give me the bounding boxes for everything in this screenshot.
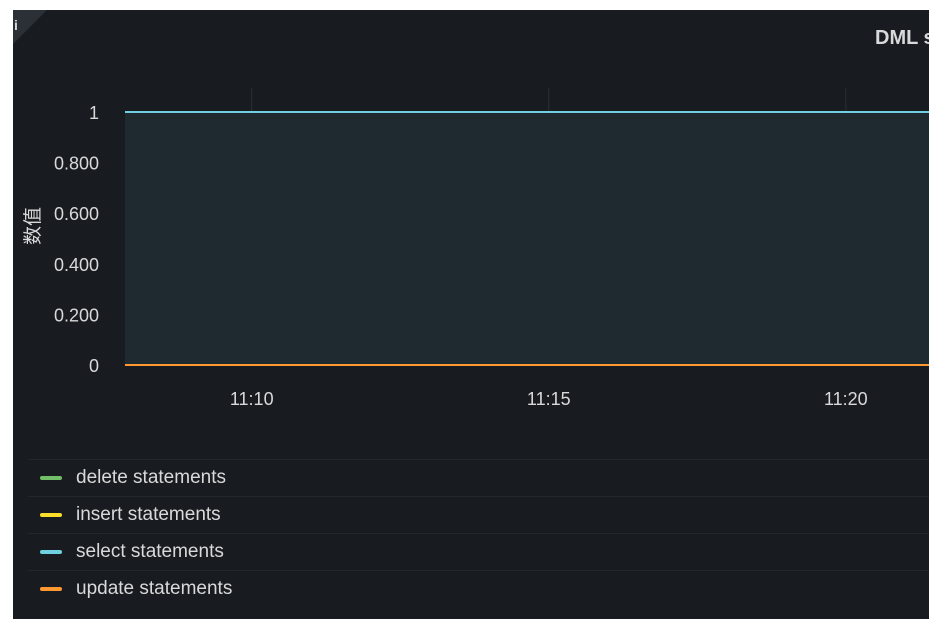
chart-legend: delete statements insert statements select… [28, 459, 929, 607]
legend-item[interactable]: delete statements [28, 459, 929, 496]
y-tick-label: 0.600 [54, 204, 99, 224]
dml-statements-panel: i DML s 0 0.200 0.400 0.600 0.800 1 11:10 11:15… [13, 10, 929, 619]
y-tick-label: 0.200 [54, 305, 99, 325]
y-tick-label: 0.400 [54, 255, 99, 275]
legend-item[interactable]: update statements [28, 570, 929, 607]
series-area-select-statements [125, 112, 929, 365]
y-tick-label: 0.800 [54, 154, 99, 174]
x-tick-label: 11:10 [230, 389, 274, 409]
legend-swatch [40, 476, 62, 480]
time-series-chart[interactable]: 0 0.200 0.400 0.600 0.800 1 11:10 11:15 11:20 数值 [13, 10, 929, 450]
legend-label: insert statements [76, 504, 221, 525]
legend-swatch [40, 587, 62, 591]
legend-label: update statements [76, 578, 233, 599]
y-axis-label: 数值 [22, 207, 44, 245]
legend-label: delete statements [76, 467, 226, 488]
x-tick-label: 11:15 [527, 389, 571, 409]
legend-swatch [40, 513, 62, 517]
x-tick-label: 11:20 [824, 389, 868, 409]
legend-item[interactable]: insert statements [28, 496, 929, 533]
y-tick-label: 0 [89, 356, 99, 376]
legend-swatch [40, 550, 62, 554]
y-tick-label: 1 [89, 103, 99, 123]
legend-label: select statements [76, 541, 224, 562]
legend-item[interactable]: select statements [28, 533, 929, 570]
